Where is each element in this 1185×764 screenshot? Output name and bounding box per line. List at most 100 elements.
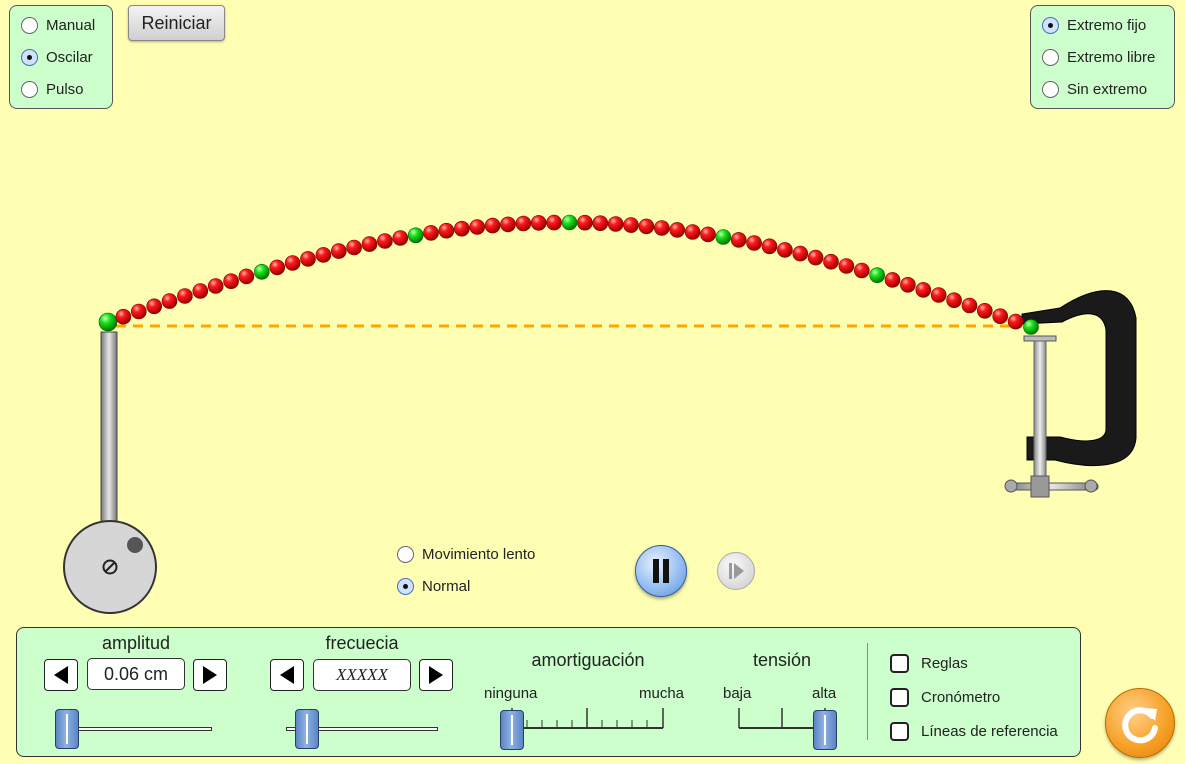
amplitude-slider-track[interactable] (61, 727, 212, 731)
string-bead (976, 302, 993, 319)
damping-max-label: mucha (639, 685, 685, 702)
string-bead (1007, 313, 1024, 330)
string-bead (546, 214, 562, 231)
string-bead (761, 238, 778, 255)
string-bead (653, 220, 670, 236)
triangle-right-icon (203, 666, 217, 684)
string-bead (330, 243, 347, 259)
string-bead (469, 219, 486, 235)
string-bead (730, 232, 747, 248)
string-bead (592, 215, 609, 231)
speed-normal-option[interactable]: Normal (397, 570, 535, 602)
string-bead (992, 308, 1009, 325)
pause-button[interactable] (635, 545, 687, 597)
frequency-title: frecuecia (325, 633, 399, 653)
step-icon (729, 563, 744, 579)
string-bead (838, 258, 855, 274)
string-bead (377, 233, 393, 249)
amplitude-increase-button[interactable] (193, 659, 227, 691)
reference-line-checkbox[interactable] (890, 721, 909, 741)
string-bead (746, 235, 762, 251)
string-bead-marker (715, 229, 732, 245)
string-bead (700, 226, 716, 243)
speed-options: Movimiento lento Normal (397, 538, 535, 602)
amplitude-value[interactable]: 0.06 cm (87, 658, 185, 690)
string-bead (607, 216, 624, 232)
timer-checkbox[interactable] (890, 687, 909, 707)
string-bead (315, 247, 332, 263)
string-bead-marker (1023, 319, 1039, 335)
speed-slow-label: Movimiento lento (422, 545, 536, 563)
frequency-increase-button[interactable] (419, 659, 453, 691)
string-bead (530, 215, 547, 231)
string-bead (115, 308, 132, 325)
speed-slow-option[interactable]: Movimiento lento (397, 538, 535, 570)
string-bead (146, 298, 162, 315)
string-bead (269, 259, 286, 276)
string-bead-marker (253, 263, 270, 280)
damping-min-label: ninguna (484, 685, 538, 702)
triangle-right-icon (429, 666, 443, 684)
oscillator (63, 331, 157, 614)
string-bead (623, 217, 639, 233)
amplitude-title: amplitud (101, 633, 171, 653)
string-bead (207, 278, 224, 294)
string-bead-marker (407, 227, 424, 244)
reference-line-label: Líneas de referencia (921, 722, 1058, 740)
string-bead (515, 215, 532, 232)
triangle-left-icon (54, 666, 68, 684)
wave-canvas (63, 214, 1137, 614)
speed-normal-label: Normal (422, 577, 471, 595)
string-bead (284, 255, 301, 271)
damping-slider-thumb[interactable] (500, 710, 524, 750)
tension-min-label: baja (723, 685, 752, 702)
radio-normal[interactable] (397, 577, 414, 595)
string-bead (346, 239, 362, 256)
damping-scale (511, 708, 664, 729)
string-bead-marker (561, 214, 578, 231)
string-bead (684, 224, 701, 240)
refresh-icon (1122, 707, 1158, 744)
tension-slider-thumb[interactable] (813, 710, 837, 750)
string-bead (161, 293, 178, 309)
string-bead (392, 230, 409, 246)
string-bead (823, 253, 839, 270)
frequency-decrease-button[interactable] (270, 659, 304, 691)
string-bead (361, 236, 378, 252)
oscillator-rod (100, 331, 118, 525)
tension-max-label: alta (812, 685, 837, 702)
radio-slow-motion[interactable] (397, 545, 414, 563)
string-bead (192, 283, 209, 299)
string-bead (946, 292, 962, 309)
rulers-checkbox[interactable] (890, 653, 909, 673)
string-bead (438, 222, 455, 239)
string-bead (238, 268, 255, 285)
string-bead (300, 251, 316, 267)
clamp (1004, 290, 1137, 498)
reference-line-option[interactable]: Líneas de referencia (890, 714, 1058, 748)
reset-all-button[interactable] (1105, 688, 1175, 758)
rulers-option[interactable]: Reglas (890, 646, 1058, 680)
timer-option[interactable]: Cronómetro (890, 680, 1058, 714)
string-bead (500, 216, 516, 233)
string-bead (900, 276, 916, 293)
amplitude-decrease-button[interactable] (44, 659, 78, 691)
pause-icon (653, 559, 669, 583)
string-bead (423, 225, 439, 241)
damping-title: amortiguación (531, 650, 645, 670)
string-bead (777, 242, 793, 258)
string-bead-marker (869, 267, 886, 284)
frequency-value[interactable]: XXXXX (313, 659, 411, 691)
checkbox-list: Reglas Cronómetro Líneas de referencia (890, 646, 1058, 748)
amplitude-slider-thumb[interactable] (55, 709, 79, 749)
string-beads (98, 214, 1039, 335)
string-bead (638, 218, 655, 235)
clamp-screw (1033, 340, 1047, 479)
string-bead (884, 272, 901, 288)
string-bead (131, 303, 147, 320)
oscillator-pin (127, 537, 143, 553)
string-bead-marker[interactable] (98, 312, 118, 332)
string-bead (853, 262, 870, 279)
step-button[interactable] (717, 552, 755, 590)
frequency-slider-thumb[interactable] (295, 709, 319, 749)
